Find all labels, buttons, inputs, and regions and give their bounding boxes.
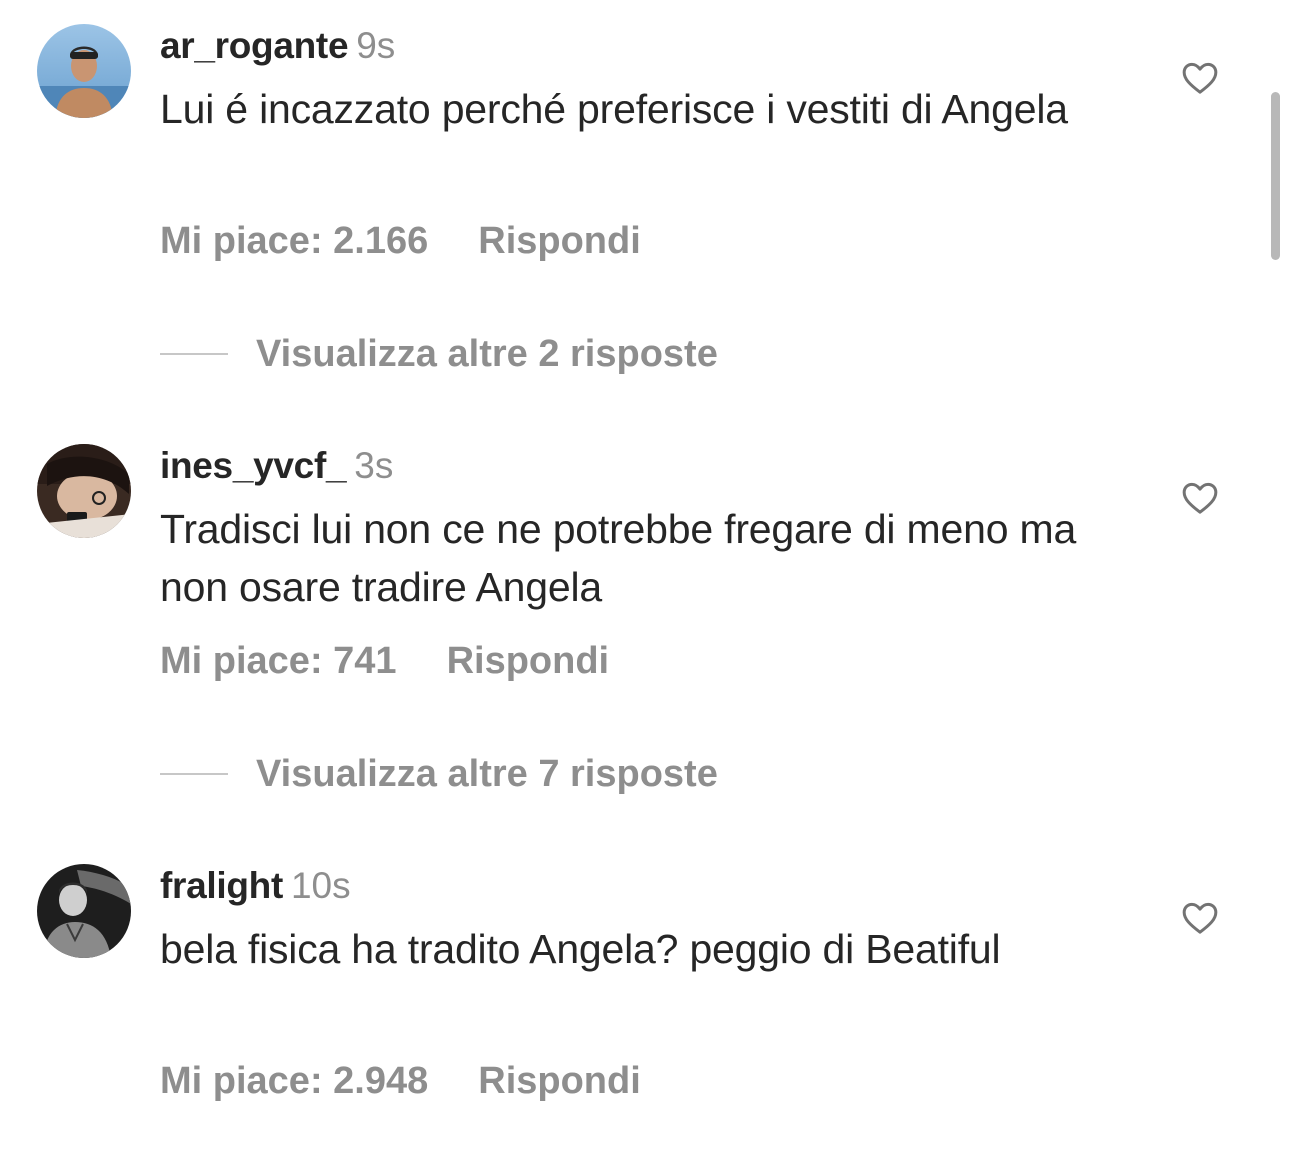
comment-text: Lui é incazzato perché preferisce i vest… bbox=[160, 86, 1068, 132]
heart-outline-icon[interactable] bbox=[1180, 478, 1220, 518]
view-replies-button[interactable]: Visualizza altre 7 risposte bbox=[160, 750, 718, 798]
heart-outline-icon[interactable] bbox=[1180, 898, 1220, 938]
view-replies-label: Visualizza altre 2 risposte bbox=[256, 333, 718, 375]
avatar[interactable] bbox=[37, 444, 131, 538]
reply-button[interactable]: Rispondi bbox=[447, 640, 610, 682]
comment-text: Tradisci lui non ce ne potrebbe fregare … bbox=[160, 506, 1077, 610]
username[interactable]: ines_yvcf_ bbox=[160, 445, 347, 486]
comment-header: ar_rogante 9s bbox=[160, 24, 395, 68]
heart-outline-icon[interactable] bbox=[1180, 58, 1220, 98]
comment-actions: Mi piace: 741 Rispondi bbox=[160, 636, 609, 686]
like-count[interactable]: Mi piace: 2.166 bbox=[160, 220, 428, 262]
scrollbar-thumb[interactable] bbox=[1271, 92, 1280, 260]
comment-text: bela fisica ha tradito Angela? peggio di… bbox=[160, 926, 1001, 972]
avatar[interactable] bbox=[37, 24, 131, 118]
view-replies-label: Visualizza altre 7 risposte bbox=[256, 753, 718, 795]
reply-button[interactable]: Rispondi bbox=[478, 1060, 641, 1102]
like-count[interactable]: Mi piace: 741 bbox=[160, 640, 397, 682]
comment-timestamp: 9s bbox=[356, 25, 396, 66]
replies-divider-line bbox=[160, 353, 228, 355]
username[interactable]: fralight bbox=[160, 865, 283, 906]
avatar[interactable] bbox=[37, 864, 131, 958]
replies-divider-line bbox=[160, 773, 228, 775]
like-count[interactable]: Mi piace: 2.948 bbox=[160, 1060, 428, 1102]
comment-header: fralight 10s bbox=[160, 864, 351, 908]
username[interactable]: ar_rogante bbox=[160, 25, 349, 66]
view-replies-button[interactable]: Visualizza altre 2 risposte bbox=[160, 330, 718, 378]
comment-timestamp: 10s bbox=[290, 865, 351, 906]
comment-timestamp: 3s bbox=[354, 445, 394, 486]
comment-actions: Mi piace: 2.948 Rispondi bbox=[160, 1056, 641, 1106]
reply-button[interactable]: Rispondi bbox=[478, 220, 641, 262]
comment-actions: Mi piace: 2.166 Rispondi bbox=[160, 216, 641, 266]
comment-header: ines_yvcf_ 3s bbox=[160, 444, 393, 488]
